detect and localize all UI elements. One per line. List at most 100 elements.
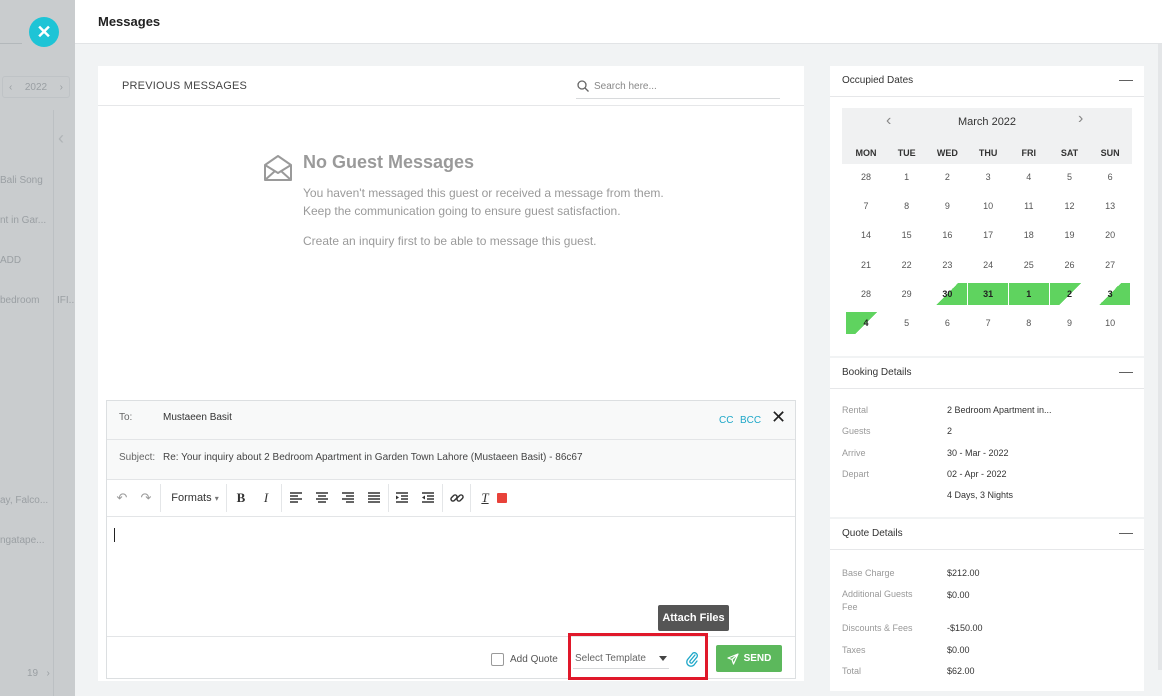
card-title: Occupied Dates <box>842 75 914 86</box>
calendar-day-occupied[interactable]: 31 <box>968 282 1009 305</box>
formats-dropdown[interactable]: Formats ▾ <box>167 489 223 507</box>
template-select[interactable]: Select Template <box>575 653 646 664</box>
calendar-day[interactable]: 5 <box>887 312 927 334</box>
calendar-day[interactable]: 7 <box>846 195 886 217</box>
detail-label: Depart <box>842 469 870 479</box>
calendar-day[interactable]: 4 <box>1009 166 1049 188</box>
calendar-day[interactable]: 1 <box>887 166 927 188</box>
calendar-day[interactable]: 9 <box>1050 312 1090 334</box>
calendar-day[interactable]: 27 <box>1090 254 1130 276</box>
cc-button[interactable]: CC <box>719 415 733 426</box>
calendar-day[interactable]: 14 <box>846 224 886 246</box>
day-number: 6 <box>944 318 950 328</box>
calendar-day[interactable]: 8 <box>1009 312 1049 334</box>
close-composer-icon[interactable]: ✕ <box>771 407 786 427</box>
calendar-day-occupied[interactable]: 30 <box>927 282 968 305</box>
bcc-button[interactable]: BCC <box>740 415 761 426</box>
background-page: ✕ ‹ 2022 › Bali Song nt in Gar... ADD be… <box>0 0 75 696</box>
search-input[interactable] <box>594 77 774 95</box>
align-left-icon[interactable] <box>287 489 305 507</box>
weekday-label: FRI <box>1021 148 1037 158</box>
link-icon[interactable] <box>448 489 466 507</box>
align-right-icon[interactable] <box>339 489 357 507</box>
calendar-day[interactable]: 3 <box>968 166 1008 188</box>
collapse-icon[interactable]: — <box>1119 524 1133 540</box>
calendar-day-occupied[interactable]: 3 <box>1090 282 1131 305</box>
collapse-icon[interactable]: — <box>1119 71 1133 87</box>
empty-state-text: You haven't messaged this guest or recei… <box>303 186 664 200</box>
text-caret <box>114 528 115 542</box>
next-month-icon[interactable]: › <box>1078 110 1083 128</box>
calendar-day-occupied[interactable]: 2 <box>1049 282 1090 305</box>
calendar-day[interactable]: 26 <box>1050 254 1090 276</box>
calendar-day[interactable]: 23 <box>927 254 967 276</box>
calendar-day[interactable]: 6 <box>1090 166 1130 188</box>
detail-label: Arrive <box>842 448 866 458</box>
close-panel-button[interactable]: ✕ <box>29 17 59 47</box>
recipient-field[interactable]: Mustaeen Basit <box>163 412 232 423</box>
italic-icon[interactable]: I <box>257 489 275 507</box>
calendar-day[interactable]: 25 <box>1009 254 1049 276</box>
align-center-icon[interactable] <box>313 489 331 507</box>
section-label: PREVIOUS MESSAGES <box>122 80 248 92</box>
vertical-scrollbar[interactable] <box>1158 44 1162 670</box>
calendar-day[interactable]: 12 <box>1050 195 1090 217</box>
calendar-day[interactable]: 28 <box>846 166 886 188</box>
calendar-day[interactable]: 24 <box>968 254 1008 276</box>
calendar-day[interactable]: 16 <box>927 224 967 246</box>
background-row-text: bedroom <box>0 295 40 306</box>
calendar-day[interactable]: 29 <box>887 283 927 305</box>
redo-icon[interactable]: ↷ <box>137 489 155 507</box>
special-format-icon[interactable] <box>496 489 508 507</box>
day-number: 3 <box>1107 288 1113 299</box>
message-search <box>576 75 780 99</box>
undo-icon[interactable]: ↶ <box>113 489 131 507</box>
day-number: 11 <box>1024 201 1034 212</box>
day-number: 3 <box>985 172 991 182</box>
add-quote-checkbox[interactable] <box>491 653 504 666</box>
calendar-day[interactable]: 11 <box>1009 195 1049 217</box>
booking-details-card: Booking Details — Rental 2 Bedroom Apartm… <box>830 358 1144 517</box>
calendar-day[interactable]: 7 <box>968 312 1008 334</box>
bold-icon[interactable]: B <box>232 489 250 507</box>
indent-icon[interactable] <box>393 489 411 507</box>
calendar-day[interactable]: 8 <box>887 195 927 217</box>
background-pager: 19 › <box>27 668 50 679</box>
calendar-day[interactable]: 10 <box>1090 312 1130 334</box>
calendar-day[interactable]: 5 <box>1050 166 1090 188</box>
background-search-field <box>0 18 22 44</box>
calendar-day[interactable]: 10 <box>968 195 1008 217</box>
align-justify-icon[interactable] <box>365 489 383 507</box>
paperclip-icon[interactable] <box>685 651 699 667</box>
calendar-day-occupied[interactable]: 1 <box>1008 282 1049 305</box>
background-page-number: 19 <box>27 668 39 679</box>
calendar-day[interactable]: 17 <box>968 224 1008 246</box>
subject-field[interactable]: Re: Your inquiry about 2 Bedroom Apartme… <box>163 452 583 463</box>
calendar-day[interactable]: 9 <box>927 195 967 217</box>
day-number: 28 <box>860 288 871 299</box>
outdent-icon[interactable] <box>419 489 437 507</box>
previous-messages-card: PREVIOUS MESSAGES No Guest Messages You … <box>98 66 804 681</box>
background-row-text: ngatape... <box>0 535 45 546</box>
calendar-day[interactable]: 19 <box>1050 224 1090 246</box>
day-number: 19 <box>1064 230 1075 241</box>
day-number: 29 <box>901 288 912 299</box>
send-button[interactable]: SEND <box>716 645 782 672</box>
collapse-icon[interactable]: — <box>1119 363 1133 379</box>
calendar-day[interactable]: 21 <box>846 254 886 276</box>
calendar-day[interactable]: 20 <box>1090 224 1130 246</box>
caret-down-icon[interactable] <box>659 656 667 661</box>
day-number: 26 <box>1064 259 1075 270</box>
calendar-day[interactable]: 15 <box>887 224 927 246</box>
calendar-day[interactable]: 6 <box>927 312 967 334</box>
calendar-day[interactable]: 2 <box>927 166 967 188</box>
calendar-day[interactable]: 18 <box>1009 224 1049 246</box>
clear-formatting-icon[interactable]: T <box>477 489 493 507</box>
caret-down-icon: ▾ <box>214 493 219 503</box>
calendar-day-occupied[interactable]: 4 <box>846 312 886 334</box>
calendar-day[interactable]: 22 <box>887 254 927 276</box>
calendar-day[interactable]: 28 <box>846 283 886 305</box>
calendar-day[interactable]: 13 <box>1090 195 1130 217</box>
close-icon: ✕ <box>36 21 52 42</box>
quote-details-header: Quote Details — <box>830 519 1144 550</box>
